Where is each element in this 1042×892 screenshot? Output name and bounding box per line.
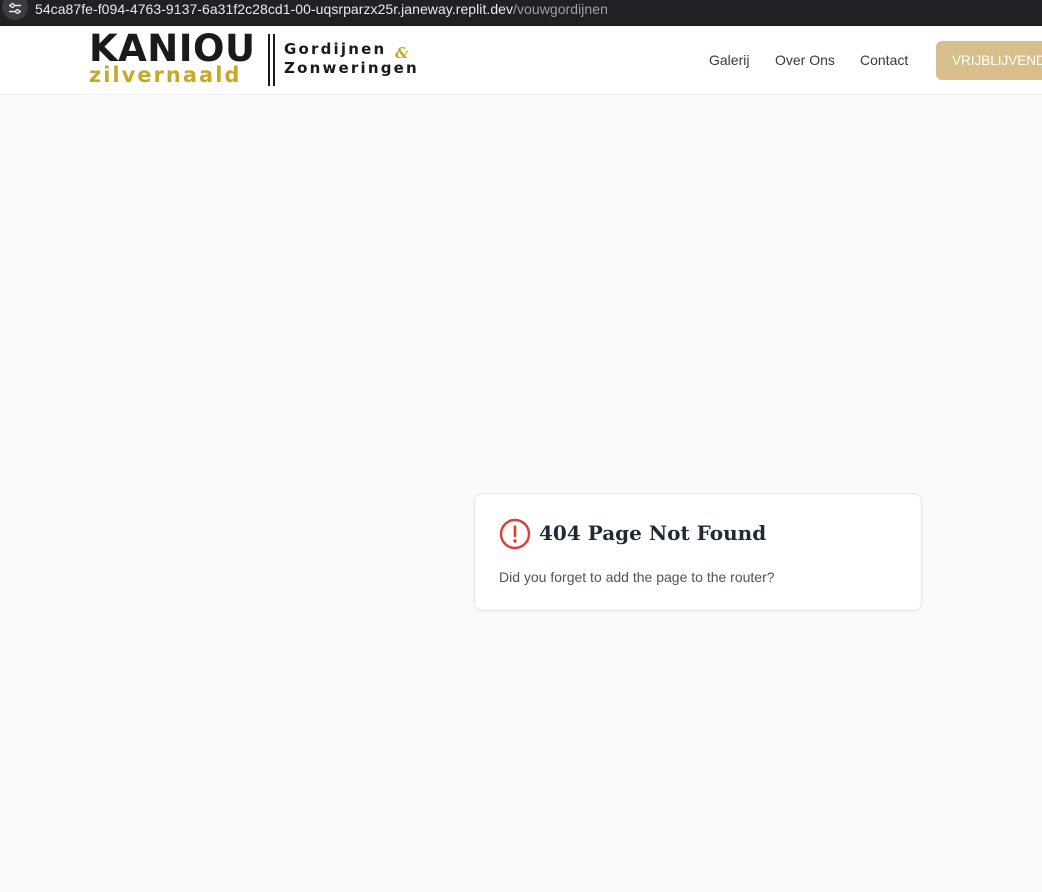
nav-over-ons[interactable]: Over Ons: [775, 51, 835, 69]
logo-divider: [273, 34, 275, 86]
logo-divider: [268, 34, 270, 86]
url-host: 54ca87fe-f094-4763-9137-6a31f2c28cd1-00-…: [35, 1, 514, 17]
quote-button[interactable]: VRIJBLIJVEND: [936, 41, 1042, 80]
site-info-icon[interactable]: [2, 0, 28, 20]
logo-line-gordijnen: Gordijnen: [284, 40, 387, 58]
site-header: KANIOU zilvernaald Gordijnen & Zonwering…: [0, 29, 1042, 95]
error-title: 404 Page Not Found: [539, 521, 767, 545]
logo-line-zonweringen: Zonweringen: [284, 59, 419, 77]
site-logo[interactable]: KANIOU zilvernaald Gordijnen & Zonwering…: [89, 29, 419, 92]
address-url[interactable]: 54ca87fe-f094-4763-9137-6a31f2c28cd1-00-…: [35, 1, 608, 17]
nav-contact[interactable]: Contact: [860, 51, 908, 69]
error-message: Did you forget to add the page to the ro…: [499, 569, 775, 585]
alert-circle-icon: [499, 518, 531, 550]
url-path: /vouwgordijnen: [513, 1, 608, 17]
error-card: 404 Page Not Found Did you forget to add…: [474, 493, 922, 611]
logo-subbrand: zilvernaald: [89, 63, 242, 87]
browser-address-bar: 54ca87fe-f094-4763-9137-6a31f2c28cd1-00-…: [0, 0, 1042, 26]
nav-galerij[interactable]: Galerij: [709, 51, 749, 69]
